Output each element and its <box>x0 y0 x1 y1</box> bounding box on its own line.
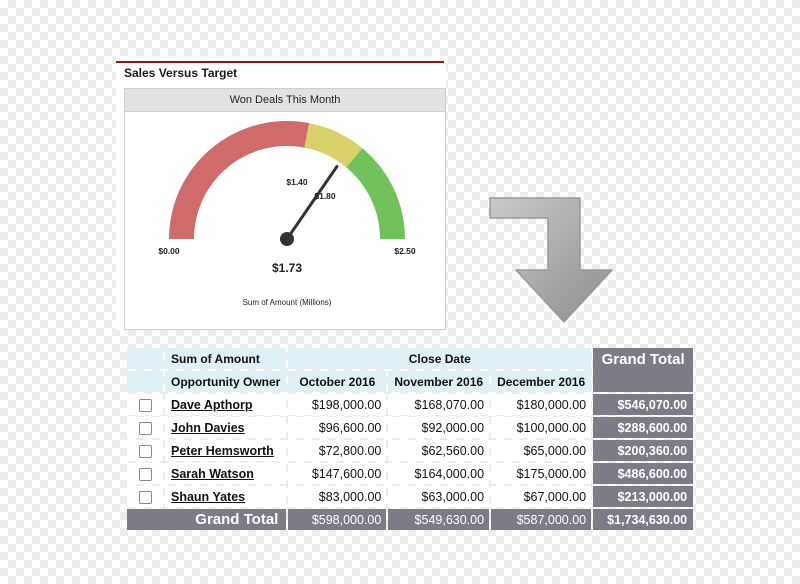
gauge-chart: $0.00 $2.50 $1.40 $1.80 $1.73 Sum of Amo… <box>158 121 416 307</box>
header-corner-2 <box>127 371 163 392</box>
row-grand-total: $288,600.00 <box>593 417 694 438</box>
amount-cell: $96,600.00 <box>288 417 387 438</box>
owner-link[interactable]: Sarah Watson <box>165 463 287 484</box>
row-grand-total: $213,000.00 <box>593 486 694 507</box>
row-checkbox-cell <box>127 440 163 461</box>
column-total: $549,630.00 <box>388 509 490 530</box>
amount-cell: $100,000.00 <box>491 417 592 438</box>
gauge-value-label: $1.73 <box>272 261 302 275</box>
row-checkbox[interactable] <box>138 490 152 504</box>
amount-cell: $67,000.00 <box>491 486 592 507</box>
row-checkbox[interactable] <box>138 421 152 435</box>
row-checkbox[interactable] <box>138 444 152 458</box>
grand-total-row-label: Grand Total <box>127 509 287 530</box>
month-header-nov[interactable]: November 2016 <box>388 371 490 392</box>
owner-link[interactable]: Dave Apthorp <box>165 394 287 415</box>
table-row: John Davies $96,600.00 $92,000.00 $100,0… <box>127 417 694 438</box>
table-row: Dave Apthorp $198,000.00 $168,070.00 $18… <box>127 394 694 415</box>
sales-vs-target-panel: Sales Versus Target Won Deals This Month… <box>116 56 446 330</box>
table-row: Sarah Watson $147,600.00 $164,000.00 $17… <box>127 463 694 484</box>
row-checkbox-cell <box>127 463 163 484</box>
amount-cell: $168,070.00 <box>388 394 490 415</box>
gauge-threshold-1-label: $1.40 <box>286 177 308 187</box>
row-checkbox-cell <box>127 486 163 507</box>
amount-cell: $180,000.00 <box>491 394 592 415</box>
grand-total-row: Grand Total $598,000.00 $549,630.00 $587… <box>127 509 694 530</box>
header-corner <box>127 348 163 369</box>
amount-cell: $92,000.00 <box>388 417 490 438</box>
amount-cell: $198,000.00 <box>288 394 387 415</box>
row-grand-total: $546,070.00 <box>593 394 694 415</box>
measure-label: Sum of Amount <box>165 348 287 369</box>
amount-cell: $63,000.00 <box>388 486 490 507</box>
gauge-card[interactable]: Won Deals This Month $0.00 $2.50 $1.40 $… <box>124 88 446 330</box>
amount-cell: $65,000.00 <box>491 440 592 461</box>
column-total: $587,000.00 <box>491 509 592 530</box>
row-checkbox[interactable] <box>138 467 152 481</box>
amount-cell: $72,800.00 <box>288 440 387 461</box>
gauge-needle-hub <box>280 232 294 246</box>
gauge-max-label: $2.50 <box>394 246 416 256</box>
amount-cell: $62,560.00 <box>388 440 490 461</box>
amount-cell: $83,000.00 <box>288 486 387 507</box>
row-checkbox[interactable] <box>138 398 152 412</box>
pivot-header-row-1: Sum of Amount Close Date Grand Total <box>127 348 694 392</box>
row-grand-total: $486,600.00 <box>593 463 694 484</box>
table-row: Peter Hemsworth $72,800.00 $62,560.00 $6… <box>127 440 694 461</box>
row-field-label[interactable]: Opportunity Owner <box>165 371 287 392</box>
gauge-caption: Sum of Amount (Millions) <box>243 298 332 307</box>
amount-cell: $164,000.00 <box>388 463 490 484</box>
row-checkbox-cell <box>127 417 163 438</box>
pivot-table: Sum of Amount Close Date Grand Total Opp… <box>125 346 695 532</box>
row-checkbox-cell <box>127 394 163 415</box>
owner-link[interactable]: John Davies <box>165 417 287 438</box>
owner-link[interactable]: Peter Hemsworth <box>165 440 287 461</box>
panel-title: Sales Versus Target <box>124 66 238 80</box>
column-group-label[interactable]: Close Date <box>288 348 592 369</box>
amount-cell: $175,000.00 <box>491 463 592 484</box>
month-header-dec[interactable]: December 2016 <box>491 371 592 392</box>
table-row: Shaun Yates $83,000.00 $63,000.00 $67,00… <box>127 486 694 507</box>
amount-cell: $147,600.00 <box>288 463 387 484</box>
gauge-band-high <box>346 148 405 239</box>
gauge-min-label: $0.00 <box>158 246 180 256</box>
overall-grand-total: $1,734,630.00 <box>593 509 694 530</box>
column-total: $598,000.00 <box>288 509 387 530</box>
month-header-oct[interactable]: October 2016 <box>288 371 387 392</box>
owner-link[interactable]: Shaun Yates <box>165 486 287 507</box>
grand-total-column-header: Grand Total <box>593 348 694 392</box>
panel-divider <box>116 61 444 63</box>
turn-down-arrow-icon <box>489 197 613 323</box>
row-grand-total: $200,360.00 <box>593 440 694 461</box>
gauge-threshold-2-label: $1.80 <box>314 191 336 201</box>
